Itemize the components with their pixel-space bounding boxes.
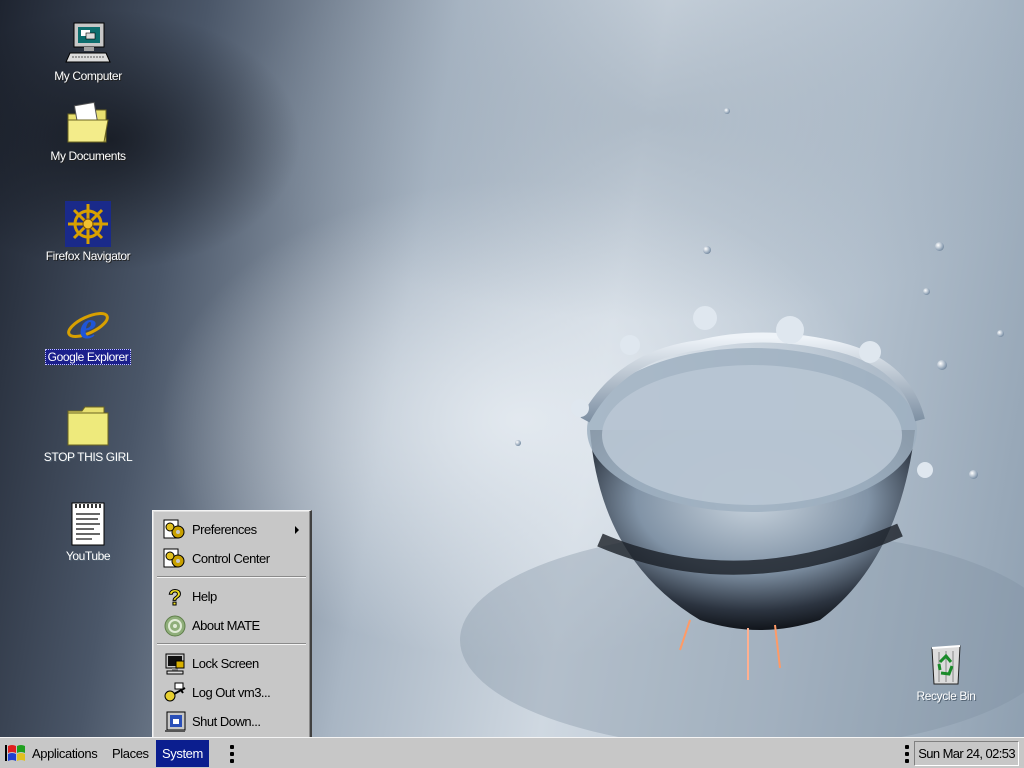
menu-item-label: Lock Screen <box>192 656 259 671</box>
panel-drag-handle[interactable] <box>905 745 909 763</box>
control-center-gear-icon <box>162 548 188 570</box>
water-droplet <box>997 330 1004 337</box>
log-out-key-icon <box>162 682 188 704</box>
mate-logo-icon <box>162 615 188 637</box>
menu-item-about-mate[interactable]: About MATE <box>156 612 307 639</box>
help-question-icon: ? <box>162 586 188 608</box>
desktop-icon-label: Firefox Navigator <box>45 249 131 263</box>
desktop-icon-my-documents[interactable]: My Documents <box>33 100 143 163</box>
menu-item-shut-down[interactable]: Shut Down... <box>156 708 307 735</box>
water-droplet <box>703 246 711 254</box>
desktop-icon-label: STOP THIS GIRL <box>43 450 133 464</box>
desktop-icon-google-explorer[interactable]: e Google Explorer <box>33 300 143 365</box>
water-droplet <box>937 360 947 370</box>
computer-icon <box>65 22 111 63</box>
water-droplet <box>935 242 944 251</box>
desktop-icon-label: My Documents <box>50 149 126 163</box>
menu-item-label: Control Center <box>192 551 270 566</box>
water-droplet <box>969 470 978 479</box>
desktop-icon-firefox-navigator[interactable]: Firefox Navigator <box>33 200 143 263</box>
menu-item-label: Shut Down... <box>192 714 261 729</box>
menu-item-control-center[interactable]: Control Center <box>156 545 307 572</box>
recycle-bin-icon <box>931 645 961 685</box>
applications-menu-button[interactable]: Applications <box>4 741 98 765</box>
system-menu: Preferences Control Center ? Help About … <box>152 510 312 741</box>
water-droplet <box>515 440 521 446</box>
taskbar: Applications Places System Sun Mar 24, 0… <box>0 737 1024 768</box>
menu-item-log-out[interactable]: Log Out vm3... <box>156 679 307 706</box>
clock-text: Sun Mar 24, 02:53 <box>918 746 1015 761</box>
desktop-icon-label: Google Explorer <box>44 349 132 365</box>
desktop-icon-my-computer[interactable]: My Computer <box>33 20 143 83</box>
documents-folder-icon <box>67 101 109 143</box>
svg-text:e: e <box>80 305 97 347</box>
desktop-icon-stop-this-girl[interactable]: STOP THIS GIRL <box>33 401 143 464</box>
water-droplet <box>724 108 730 114</box>
menu-item-label: Preferences <box>192 522 257 537</box>
water-droplet <box>923 288 930 295</box>
windows-logo-icon <box>5 745 25 761</box>
menu-item-label: Log Out vm3... <box>192 685 271 700</box>
applications-label: Applications <box>32 745 98 761</box>
lock-screen-icon <box>162 653 188 675</box>
desktop-icon-label: My Computer <box>54 69 122 83</box>
desktop-icon-label: YouTube <box>65 549 111 563</box>
desktop-icon-youtube[interactable]: YouTube <box>33 500 143 563</box>
system-label: System <box>162 746 203 761</box>
preferences-gear-icon <box>162 519 188 541</box>
desktop-icon-recycle-bin[interactable]: Recycle Bin <box>891 640 1001 703</box>
system-menu-button[interactable]: System <box>156 740 209 767</box>
menu-separator <box>157 576 306 578</box>
menu-item-help[interactable]: ? Help <box>156 583 307 610</box>
menu-item-lock-screen[interactable]: Lock Screen <box>156 650 307 677</box>
text-document-icon <box>71 502 105 546</box>
menu-separator <box>157 643 306 645</box>
svg-text:?: ? <box>168 586 181 608</box>
ship-wheel-icon <box>65 201 111 247</box>
clock[interactable]: Sun Mar 24, 02:53 <box>914 741 1019 766</box>
submenu-arrow-icon <box>295 526 299 534</box>
places-label: Places <box>112 745 149 761</box>
internet-explorer-icon: e <box>67 305 109 347</box>
places-menu-button[interactable]: Places <box>112 741 149 765</box>
menu-item-label: Help <box>192 589 217 604</box>
panel-drag-handle[interactable] <box>230 745 234 763</box>
menu-item-preferences[interactable]: Preferences <box>156 516 307 543</box>
desktop-icon-label: Recycle Bin <box>916 689 976 703</box>
menu-item-label: About MATE <box>192 618 260 633</box>
folder-icon <box>67 406 109 446</box>
shut-down-computer-icon <box>162 711 188 733</box>
